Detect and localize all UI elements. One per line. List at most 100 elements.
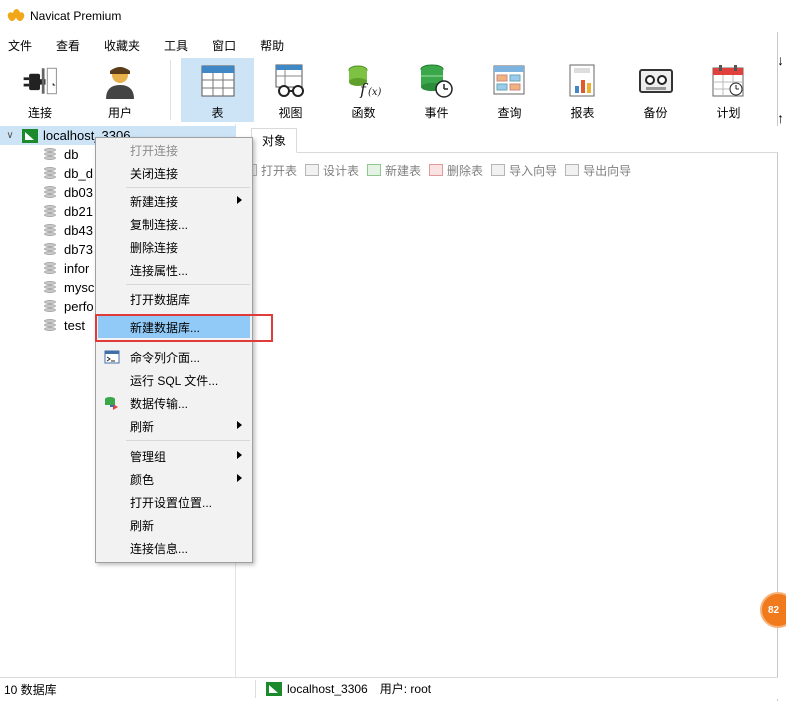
submenu-arrow-icon <box>237 196 242 204</box>
menu-console[interactable]: 命令列介面... <box>98 346 250 368</box>
menu-run-sql-file[interactable]: 运行 SQL 文件... <box>98 369 250 391</box>
export-wizard-button[interactable]: 导出向导 <box>565 162 631 179</box>
database-icon <box>44 299 56 314</box>
chevron-down-icon[interactable]: ∨ <box>2 130 18 141</box>
report-label: 报表 <box>570 106 595 120</box>
menu-item-label: 刷新 <box>130 419 155 434</box>
svg-text:(x): (x) <box>368 87 382 98</box>
event-label: 事件 <box>424 106 449 120</box>
menu-tools[interactable]: 工具 <box>160 37 198 54</box>
tree-database-label: infor <box>64 261 90 276</box>
database-icon <box>44 318 56 333</box>
tree-database-item[interactable]: db_d <box>0 164 93 183</box>
menu-delete-connection[interactable]: 删除连接 <box>98 236 250 258</box>
menu-item-label: 复制连接... <box>130 217 189 232</box>
status-connection: localhost_3306 用户: root <box>266 680 431 697</box>
annotation-highlight-box <box>95 314 273 342</box>
menu-favorites[interactable]: 收藏夹 <box>100 37 150 54</box>
submenu-arrow-icon <box>237 421 242 429</box>
tree-database-label: db21 <box>64 204 93 219</box>
menu-item-label: 新建连接 <box>130 194 179 209</box>
tree-database-item[interactable]: test <box>0 316 85 335</box>
database-icon <box>44 223 56 238</box>
menu-item-label: 打开设置位置... <box>130 495 213 510</box>
view-button[interactable]: 视图 <box>254 58 327 122</box>
tree-database-label: mysc <box>64 280 95 295</box>
tree-database-item[interactable]: db <box>0 145 78 164</box>
menu-refresh-submenu[interactable]: 刷新 <box>98 415 250 437</box>
delete-table-button[interactable]: 删除表 <box>429 162 483 179</box>
new-table-label: 新建表 <box>385 163 422 178</box>
function-label: 函数 <box>351 106 376 120</box>
menu-separator <box>126 284 250 285</box>
menu-new-connection[interactable]: 新建连接 <box>98 190 250 212</box>
backup-tape-icon <box>636 62 676 100</box>
menu-file[interactable]: 文件 <box>4 37 42 54</box>
mysql-connection-icon <box>266 681 282 696</box>
backup-button[interactable]: 备份 <box>619 58 692 122</box>
tree-database-item[interactable]: perfo <box>0 297 94 316</box>
new-table-button[interactable]: 新建表 <box>367 162 421 179</box>
menu-color[interactable]: 颜色 <box>98 468 250 490</box>
function-icon: f (x) <box>344 62 384 100</box>
table-icon <box>198 62 238 100</box>
status-db-count: 10 数据库 <box>4 683 57 697</box>
database-icon <box>44 280 56 295</box>
database-icon <box>44 185 56 200</box>
menu-open-database[interactable]: 打开数据库 <box>98 288 250 310</box>
database-icon <box>44 261 56 276</box>
window-title: Navicat Premium <box>30 9 122 23</box>
menu-help[interactable]: 帮助 <box>256 37 294 54</box>
new-table-icon <box>367 164 382 176</box>
tree-database-item[interactable]: db21 <box>0 202 93 221</box>
design-table-button[interactable]: 设计表 <box>305 162 359 179</box>
tree-database-item[interactable]: db43 <box>0 221 93 240</box>
up-arrow-icon: ↑ <box>779 110 784 126</box>
tab-objects[interactable]: 对象 <box>251 128 298 153</box>
menu-view[interactable]: 查看 <box>52 37 90 54</box>
connection-button[interactable]: 连接 <box>0 58 80 122</box>
menu-item-label: 运行 SQL 文件... <box>130 373 219 388</box>
tree-database-item[interactable]: mysc <box>0 278 94 297</box>
event-button[interactable]: 事件 <box>400 58 473 122</box>
submenu-arrow-icon <box>237 451 242 459</box>
query-button[interactable]: 查询 <box>473 58 546 122</box>
user-button[interactable]: 用户 <box>80 58 160 122</box>
function-button[interactable]: f (x) 函数 <box>327 58 400 122</box>
delete-table-label: 删除表 <box>447 163 484 178</box>
import-wizard-button[interactable]: 导入向导 <box>491 162 557 179</box>
mysql-connection-icon <box>22 128 38 143</box>
menu-connection-properties[interactable]: 连接属性... <box>98 259 250 281</box>
menu-refresh[interactable]: 刷新 <box>98 514 250 536</box>
menu-item-label: 连接信息... <box>130 541 189 556</box>
query-icon <box>490 62 530 100</box>
tree-database-label: db03 <box>64 185 93 200</box>
tree-database-item[interactable]: db73 <box>0 240 93 259</box>
main-toolbar: 连接 用户 表 视图 f (x) 函数 事件 查询 报表 备份 计划 <box>0 58 778 124</box>
database-icon <box>44 147 56 162</box>
menu-data-transfer[interactable]: 数据传输... <box>98 392 250 414</box>
report-button[interactable]: 报表 <box>546 58 619 122</box>
view-label: 视图 <box>278 106 303 120</box>
menu-copy-connection[interactable]: 复制连接... <box>98 213 250 235</box>
status-separator <box>255 680 256 698</box>
menu-window[interactable]: 窗口 <box>208 37 246 54</box>
menu-open-connection[interactable]: 打开连接 <box>98 139 250 161</box>
schedule-button[interactable]: 计划 <box>692 58 765 122</box>
design-table-label: 设计表 <box>323 163 360 178</box>
view-glasses-icon <box>271 62 311 100</box>
menu-item-label: 颜色 <box>130 472 155 487</box>
download-arrow-icon: ↓ <box>779 52 784 68</box>
table-button[interactable]: 表 <box>181 58 254 122</box>
menu-manage-group[interactable]: 管理组 <box>98 445 250 467</box>
object-toolbar: 打开表 设计表 新建表 删除表 导入向导 导出向导 <box>237 158 778 182</box>
database-icon <box>44 204 56 219</box>
export-icon <box>565 164 580 176</box>
connection-label: 连接 <box>27 106 52 120</box>
menu-open-settings-location[interactable]: 打开设置位置... <box>98 491 250 513</box>
menu-connection-info[interactable]: 连接信息... <box>98 537 250 559</box>
menu-item-label: 刷新 <box>130 518 155 533</box>
tree-database-item[interactable]: infor <box>0 259 89 278</box>
tree-database-item[interactable]: db03 <box>0 183 93 202</box>
menu-close-connection[interactable]: 关闭连接 <box>98 162 250 184</box>
